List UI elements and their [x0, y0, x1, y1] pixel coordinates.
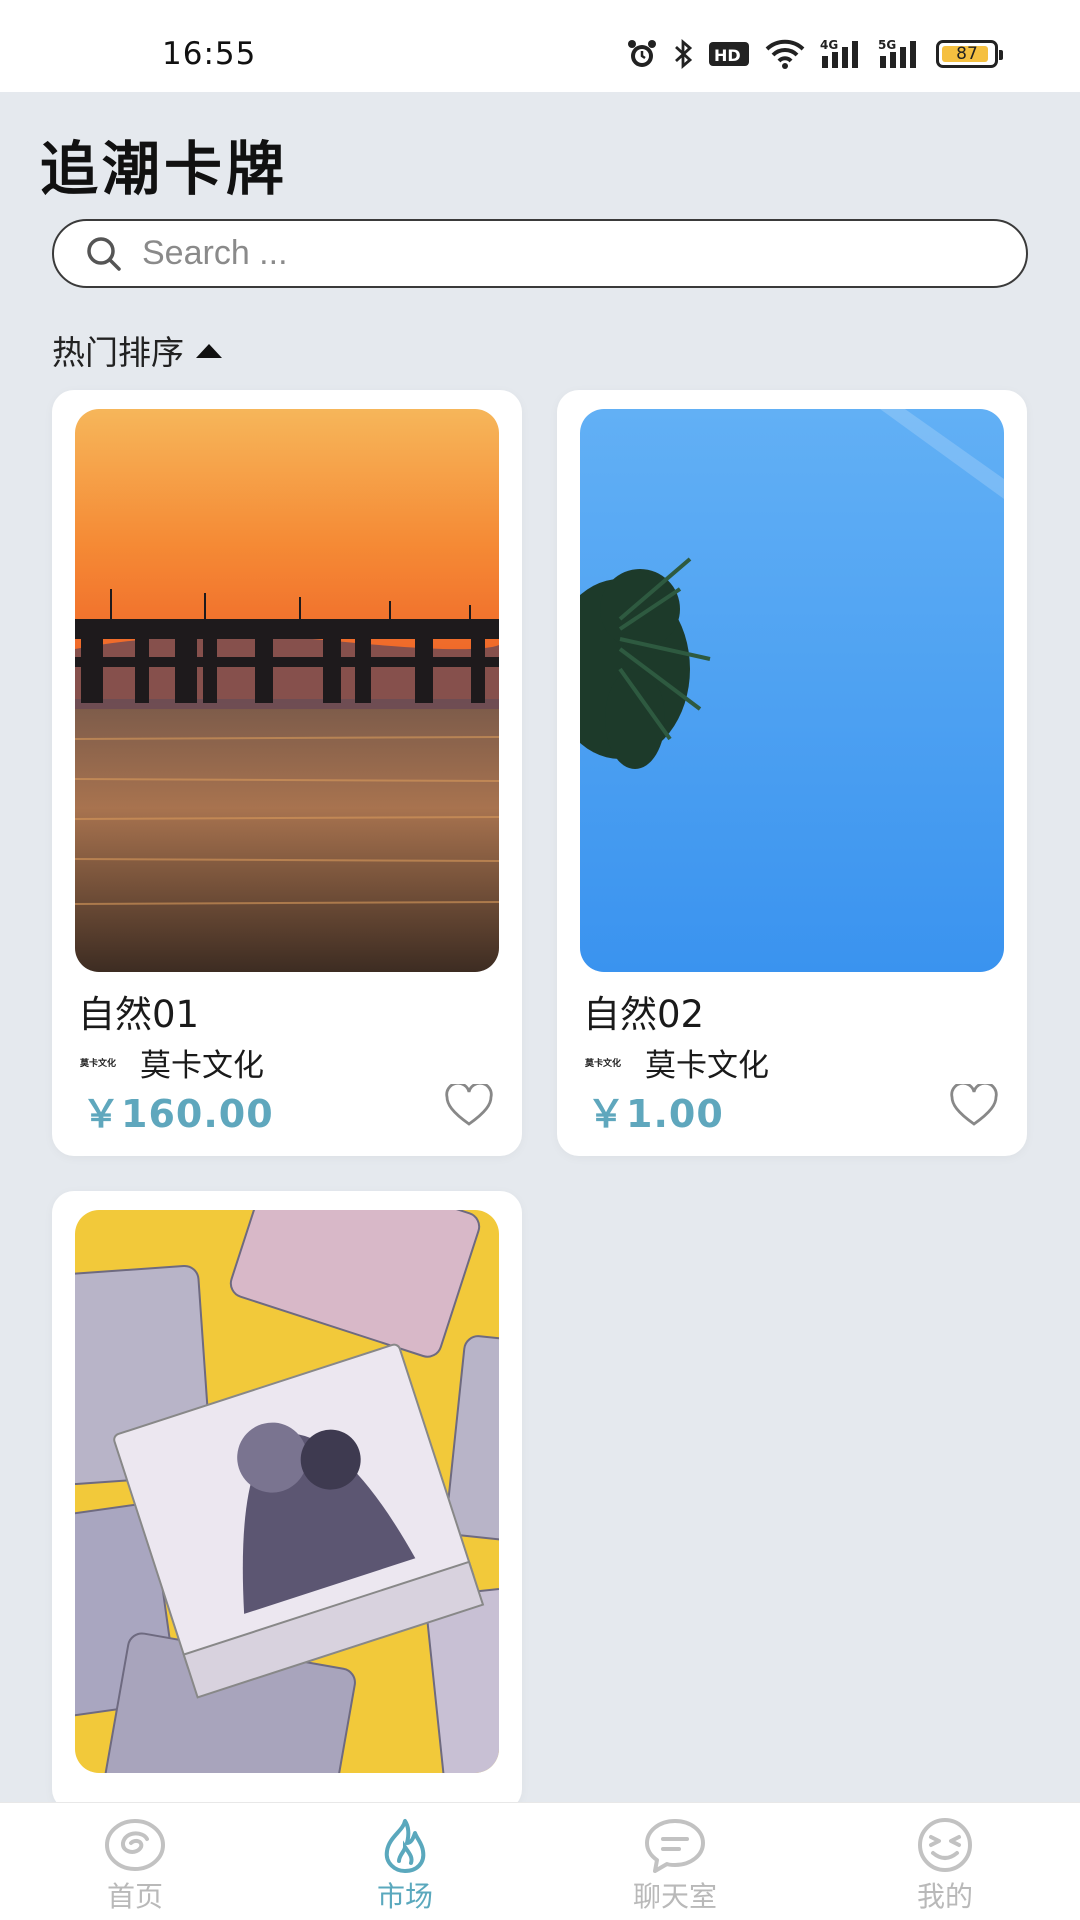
brand-logo: 莫卡文化	[585, 1059, 622, 1069]
brand-logo: 莫卡文化	[80, 1059, 117, 1069]
signal-4g-icon: 4G	[820, 38, 858, 68]
search-icon	[87, 236, 121, 271]
search-input[interactable]	[142, 234, 942, 273]
tab-market[interactable]: 市场	[270, 1803, 540, 1920]
signal-5g-icon: 5G	[878, 38, 916, 68]
tab-home[interactable]: 首页	[0, 1803, 270, 1920]
tab-label: 我的	[916, 1880, 973, 1913]
flame-icon	[384, 1819, 426, 1873]
app-title: 追潮卡牌	[40, 135, 289, 203]
favorite-heart-icon[interactable]	[444, 1084, 494, 1128]
product-brand: 莫卡文化 莫卡文化	[80, 1040, 264, 1085]
hd-icon: HD	[709, 42, 749, 66]
status-time: 16:55	[162, 36, 257, 72]
tab-label: 市场	[376, 1880, 433, 1913]
product-card[interactable]	[52, 1191, 522, 1811]
product-name: 自然01	[78, 993, 200, 1036]
product-image-photo-cards[interactable]	[75, 1210, 499, 1773]
smiley-face-icon	[918, 1818, 972, 1872]
tab-label: 聊天室	[632, 1880, 717, 1913]
sort-selector[interactable]: 热门排序	[52, 326, 222, 374]
battery-level: 87	[956, 44, 978, 64]
status-bar: 16:55 HD 4G 5G 87	[0, 0, 1080, 92]
tab-chatroom[interactable]: 聊天室	[540, 1803, 810, 1920]
product-brand: 莫卡文化 莫卡文化	[585, 1040, 769, 1085]
product-card[interactable]: 自然02 莫卡文化 莫卡文化 ￥1.00	[557, 390, 1027, 1156]
tab-label: 首页	[106, 1880, 163, 1913]
bottom-tab-bar: 首页 市场 聊天室 我的	[0, 1802, 1080, 1920]
product-price: ￥1.00	[587, 1092, 724, 1136]
product-card[interactable]: 自然01 莫卡文化 莫卡文化 ￥160.00	[52, 390, 522, 1156]
wifi-icon	[765, 39, 805, 69]
favorite-heart-icon[interactable]	[949, 1084, 999, 1128]
svg-text:5G: 5G	[878, 38, 896, 52]
bluetooth-icon	[675, 38, 693, 70]
brand-name: 莫卡文化	[645, 1048, 769, 1084]
product-name: 自然02	[583, 993, 705, 1036]
battery-icon: 87	[936, 40, 1003, 68]
chat-bubble-icon	[645, 1819, 705, 1873]
product-image-sunset-bridge[interactable]	[75, 409, 499, 972]
alarm-icon	[628, 40, 656, 67]
status-icons: HD 4G 5G 87	[626, 38, 1003, 70]
sort-arrow-up-icon	[196, 344, 222, 358]
tab-mine[interactable]: 我的	[810, 1803, 1080, 1920]
search-bar[interactable]	[52, 219, 1028, 288]
sort-label: 热门排序	[52, 333, 184, 372]
product-price: ￥160.00	[82, 1092, 274, 1136]
svg-text:4G: 4G	[820, 38, 838, 52]
home-swirl-icon	[105, 1819, 165, 1871]
brand-name: 莫卡文化	[140, 1048, 264, 1084]
product-image-palm-sky[interactable]	[580, 409, 1004, 972]
svg-text:HD: HD	[714, 46, 741, 65]
